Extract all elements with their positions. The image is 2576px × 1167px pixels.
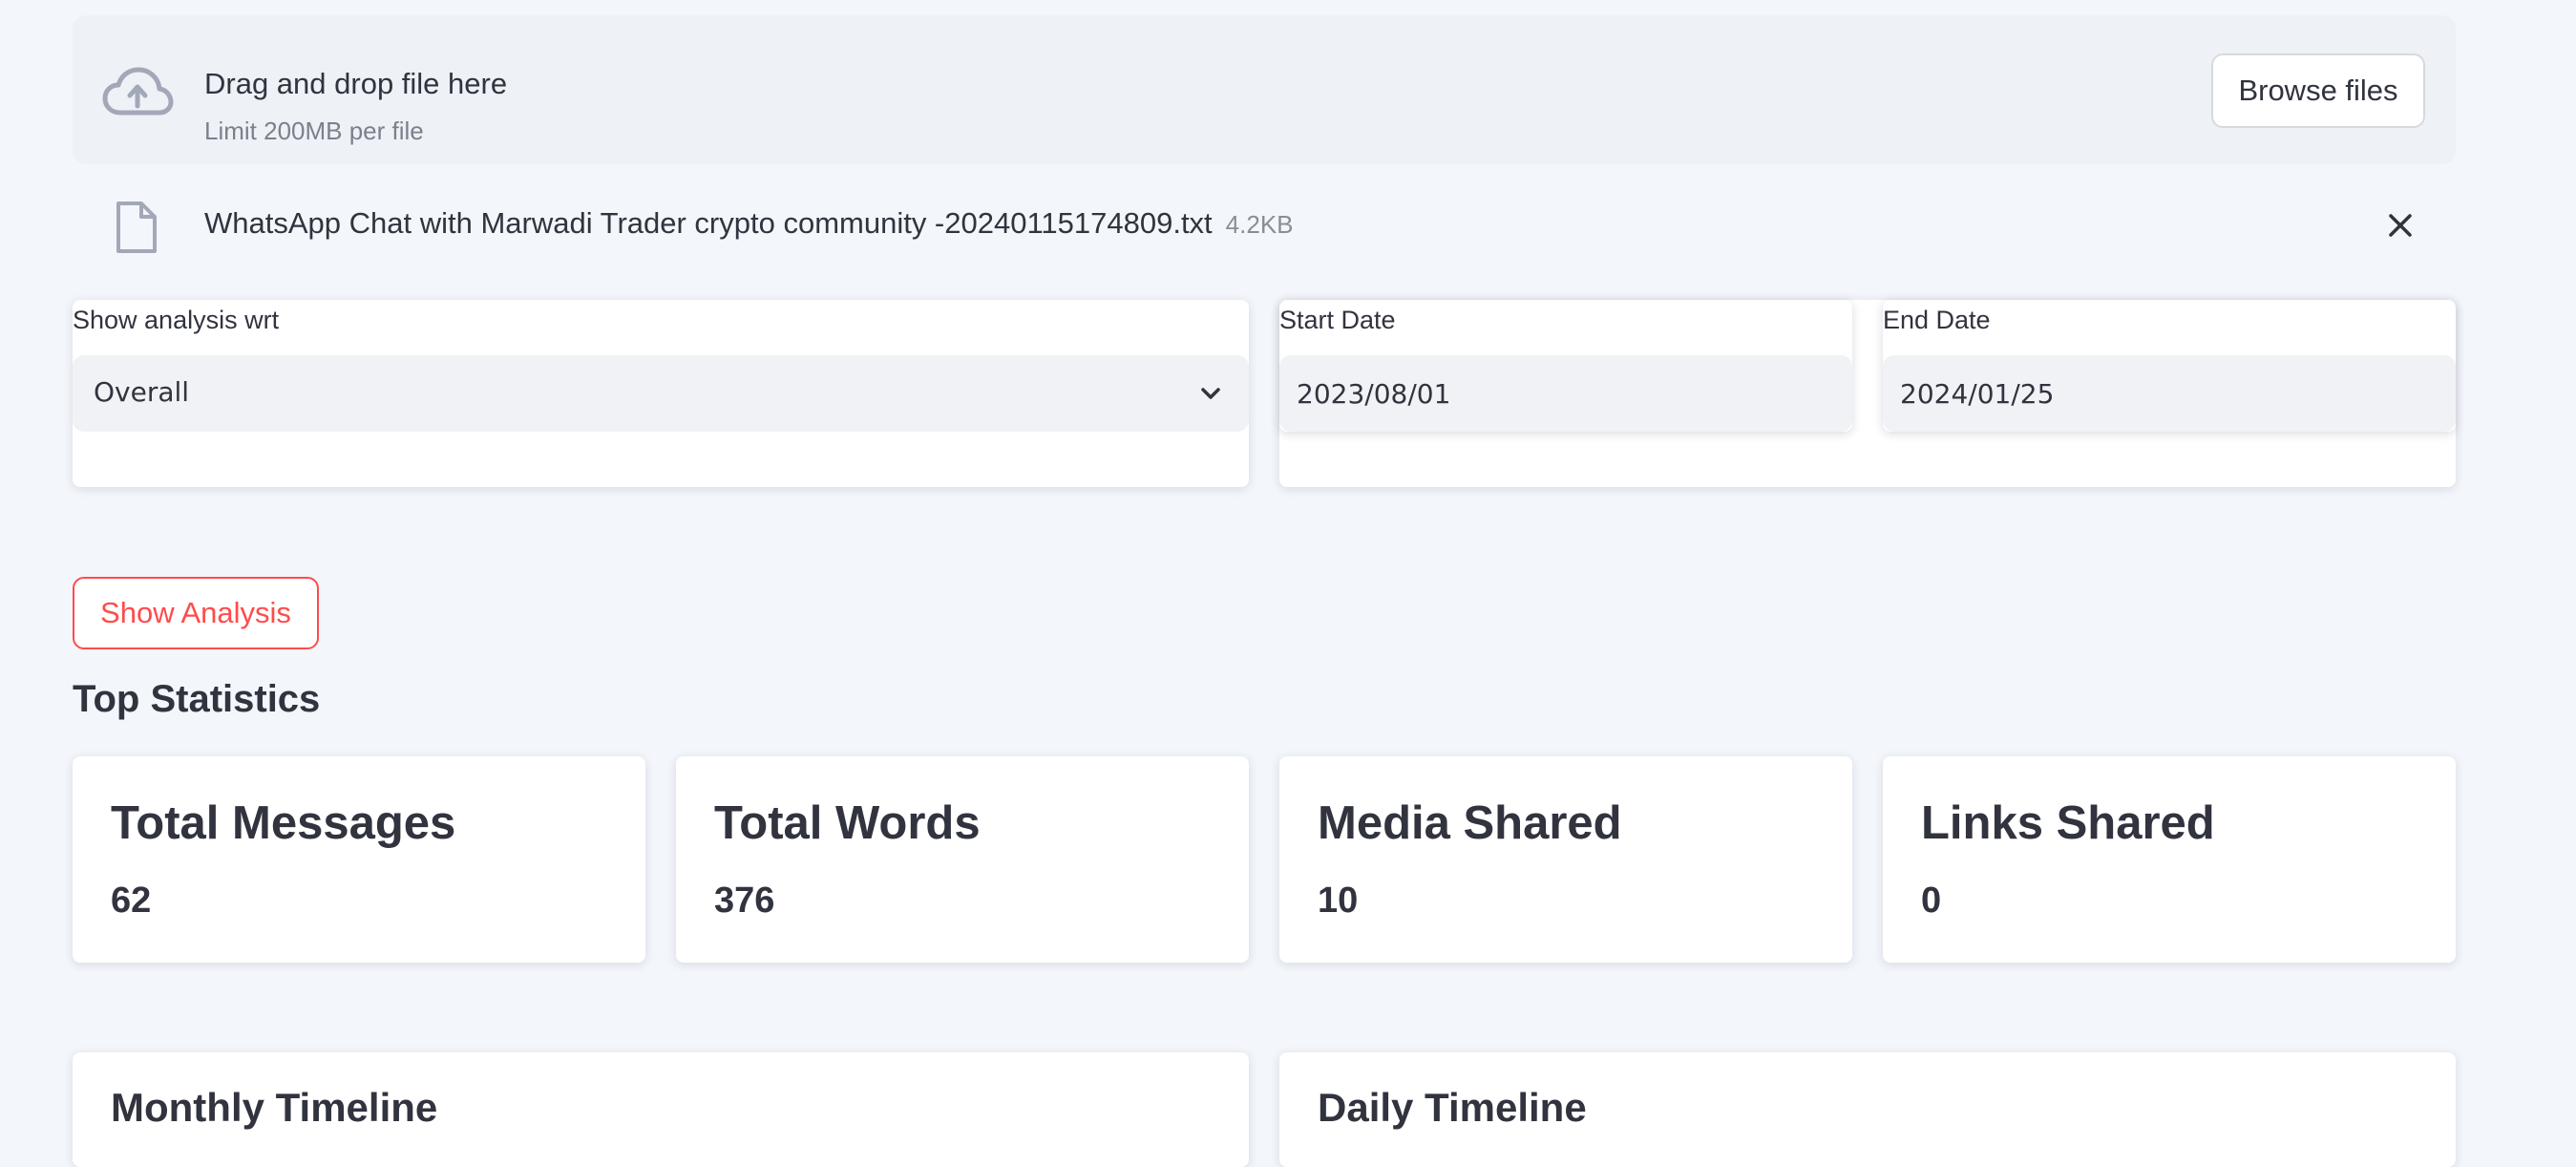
dropzone-title: Drag and drop file here (204, 67, 508, 100)
file-dropzone[interactable]: Drag and drop file here Limit 200MB per … (73, 15, 2456, 164)
uploaded-file-name: WhatsApp Chat with Marwadi Trader crypto… (204, 206, 1294, 241)
monthly-timeline-card: Monthly Timeline (73, 1052, 1249, 1167)
date-range-panel: Start Date 2023/08/01 End Date 2024/01/2… (1279, 300, 2456, 487)
stat-value: 0 (1921, 881, 1942, 921)
analysis-selector-panel: Show analysis wrt Overall (73, 300, 1249, 487)
file-icon (116, 202, 157, 253)
end-date-input[interactable]: 2024/01/25 (1883, 355, 2456, 432)
stat-card-links-shared: Links Shared 0 (1883, 756, 2456, 963)
stat-value: 62 (111, 881, 152, 921)
end-date-value: 2024/01/25 (1900, 378, 2055, 410)
close-icon[interactable] (2383, 208, 2418, 243)
cloud-upload-icon (102, 67, 174, 116)
stat-value: 376 (714, 881, 775, 921)
analysis-select[interactable]: Overall (73, 355, 1249, 432)
browse-files-button[interactable]: Browse files (2211, 53, 2425, 128)
uploaded-file-row: WhatsApp Chat with Marwadi Trader crypto… (73, 187, 2456, 264)
stat-card-media-shared: Media Shared 10 (1279, 756, 1852, 963)
analysis-select-value: Overall (94, 376, 190, 408)
stat-label: Total Words (714, 797, 981, 849)
analysis-label: Show analysis wrt (73, 306, 280, 334)
stat-label: Media Shared (1318, 797, 1622, 849)
stat-card-total-words: Total Words 376 (676, 756, 1249, 963)
end-date-card: End Date 2024/01/25 (1883, 300, 2456, 432)
daily-timeline-title: Daily Timeline (1318, 1085, 1587, 1130)
chevron-down-icon (1201, 388, 1220, 399)
start-date-label: Start Date (1279, 306, 1396, 334)
daily-timeline-card: Daily Timeline (1279, 1052, 2456, 1167)
stat-label: Links Shared (1921, 797, 2215, 849)
start-date-input[interactable]: 2023/08/01 (1279, 355, 1852, 432)
start-date-value: 2023/08/01 (1297, 378, 1451, 410)
monthly-timeline-title: Monthly Timeline (111, 1085, 438, 1130)
stat-value: 10 (1318, 881, 1359, 921)
dropzone-limit: Limit 200MB per file (204, 117, 424, 145)
start-date-card: Start Date 2023/08/01 (1279, 300, 1852, 432)
stat-card-total-messages: Total Messages 62 (73, 756, 645, 963)
stat-label: Total Messages (111, 797, 456, 849)
file-size: 4.2KB (1225, 210, 1294, 239)
end-date-label: End Date (1883, 306, 1991, 334)
top-statistics-title: Top Statistics (73, 678, 321, 720)
file-name-text: WhatsApp Chat with Marwadi Trader crypto… (204, 206, 1213, 240)
show-analysis-button[interactable]: Show Analysis (73, 577, 319, 649)
